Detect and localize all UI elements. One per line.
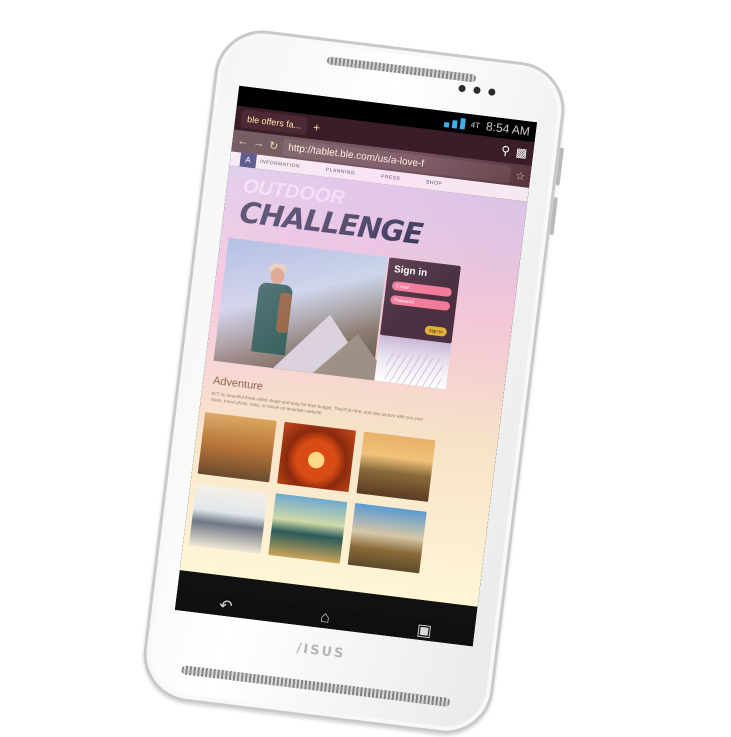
thumbnail-desert-camels[interactable] — [197, 412, 277, 483]
forward-icon[interactable]: → — [253, 137, 265, 150]
reload-icon[interactable]: ↻ — [268, 138, 279, 152]
nav-item-information[interactable]: INFORMATION — [260, 159, 301, 170]
front-sensors — [458, 84, 496, 97]
nav-item-press[interactable]: PRESS — [381, 174, 401, 182]
section-title: Adventure — [212, 374, 264, 393]
snow-photo — [374, 334, 452, 390]
search-icon[interactable]: ⚲ — [500, 143, 510, 158]
status-time: 8:54 AM — [485, 119, 531, 139]
bookmark-icon[interactable]: ▩ — [515, 145, 528, 160]
photo-grid — [188, 412, 440, 574]
email-field[interactable]: E-mail — [391, 280, 453, 298]
top-speaker-grille — [326, 56, 477, 83]
thumbnail-red-rock-arch[interactable] — [277, 421, 357, 493]
volume-button — [549, 196, 559, 236]
thumbnail-mountain-lake[interactable] — [188, 483, 268, 554]
signin-title: Sign in — [393, 264, 428, 280]
thumbnail-autumn-lake[interactable] — [268, 493, 348, 564]
thumbnail-cracked-earth-sunset[interactable] — [356, 431, 436, 502]
network-label: 4T — [470, 119, 481, 130]
screen: 4T 8:54 AM ble offers fa... + ⚲ ▩ ← → ↻ … — [174, 85, 538, 647]
hero-photo — [213, 237, 398, 383]
back-icon[interactable]: ← — [237, 135, 249, 148]
recents-nav-icon[interactable]: ▣ — [409, 621, 439, 641]
web-page: OUTDOOR CHALLENGE Sign in E-mail Passwor… — [179, 165, 528, 607]
star-icon[interactable]: ☆ — [515, 169, 526, 183]
new-tab-icon[interactable]: + — [312, 120, 321, 135]
bottom-speaker-grille — [181, 665, 451, 708]
power-button — [555, 147, 565, 186]
nav-item-shop[interactable]: SHOP — [426, 179, 443, 187]
signin-panel: Sign in E-mail Password Sign In — [379, 257, 461, 344]
signin-button[interactable]: Sign In — [424, 325, 448, 337]
password-field[interactable]: Password — [389, 294, 451, 312]
signal-icon — [443, 116, 466, 130]
back-nav-icon[interactable]: ↶ — [211, 596, 241, 616]
home-nav-icon[interactable]: ⌂ — [310, 609, 340, 628]
tablet-device: 4T 8:54 AM ble offers fa... + ⚲ ▩ ← → ↻ … — [138, 25, 570, 737]
thumbnail-castle-ruins[interactable] — [347, 503, 427, 574]
nav-item-planning[interactable]: PLANNING — [325, 167, 355, 177]
product-photo: 4T 8:54 AM ble offers fa... + ⚲ ▩ ← → ↻ … — [0, 0, 731, 737]
